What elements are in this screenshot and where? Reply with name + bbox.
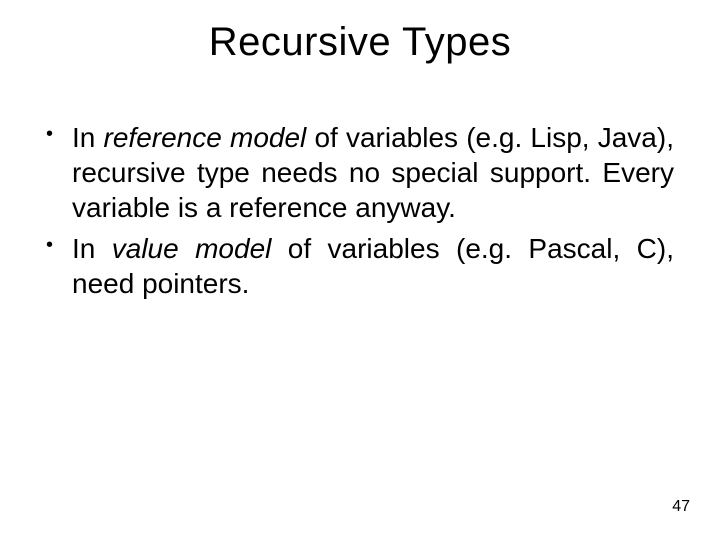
bullet-text-emphasis: value model xyxy=(112,233,272,264)
bullet-item: • In reference model of variables (e.g. … xyxy=(46,120,674,225)
bullet-text: In value model of variables (e.g. Pascal… xyxy=(72,231,674,301)
bullet-text-pre: In xyxy=(72,122,104,153)
slide: Recursive Types • In reference model of … xyxy=(0,0,720,540)
page-number: 47 xyxy=(672,498,690,516)
bullet-item: • In value model of variables (e.g. Pasc… xyxy=(46,231,674,301)
bullet-dot-icon: • xyxy=(46,231,72,301)
bullet-dot-icon: • xyxy=(46,120,72,225)
bullet-text-pre: In xyxy=(72,233,112,264)
bullet-text: In reference model of variables (e.g. Li… xyxy=(72,120,674,225)
bullet-text-emphasis: reference model xyxy=(104,122,307,153)
slide-body: • In reference model of variables (e.g. … xyxy=(46,120,674,307)
slide-title: Recursive Types xyxy=(0,20,720,65)
